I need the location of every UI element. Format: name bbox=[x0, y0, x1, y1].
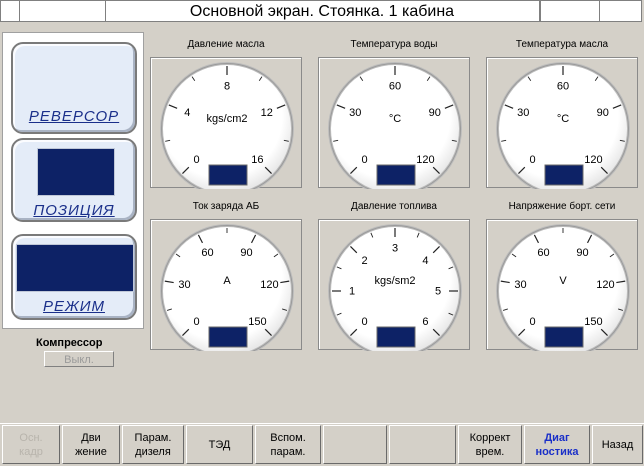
gauge-tick-label: 16 bbox=[251, 154, 263, 166]
gauge-title: Давление масла bbox=[187, 39, 265, 50]
gauge-title: Температура воды bbox=[350, 39, 438, 50]
nav-button-label: Вспом. парам. bbox=[270, 431, 306, 458]
gauge-value-display bbox=[544, 326, 584, 348]
title-bar-cell-left-2 bbox=[19, 1, 106, 21]
gauge-value-display bbox=[208, 326, 248, 348]
reverser-box: РЕВЕРСОР bbox=[11, 42, 137, 134]
gauge-unit: V bbox=[559, 275, 567, 287]
bottom-nav-bar: Осн. кадр Дви жение Парам. дизеля ТЭД Вспом.… bbox=[0, 423, 644, 466]
position-display bbox=[37, 148, 115, 196]
gauge-value-display bbox=[208, 164, 248, 186]
title-bar-cell-right bbox=[539, 1, 600, 21]
nav-button[interactable]: Осн. кадр bbox=[2, 425, 60, 464]
title-bar: Основной экран. Стоянка. 1 кабина bbox=[0, 0, 642, 22]
gauge: 0 30 60 90 120 °C bbox=[318, 57, 470, 189]
mode-box: РЕЖИМ bbox=[11, 234, 137, 320]
gauge-tick-label: 3 bbox=[392, 243, 398, 255]
gauge-tick-label: 120 bbox=[596, 279, 614, 291]
gauge: 0 1 2 3 4 5 6 kgs/sm2 bbox=[318, 219, 470, 351]
compressor-label: Компрессор bbox=[36, 337, 103, 349]
nav-button[interactable] bbox=[323, 425, 387, 464]
gauge-dial: 0 30 60 90 120 150 A bbox=[160, 224, 294, 351]
gauge-tick-label: 6 bbox=[422, 316, 428, 328]
gauge-tick-label: 4 bbox=[422, 255, 428, 267]
gauge: 0 30 60 90 120 150 A bbox=[150, 219, 302, 351]
gauge-tick-label: 90 bbox=[240, 247, 252, 259]
gauge-tick-label: 30 bbox=[178, 279, 190, 291]
gauge-title: Температура масла bbox=[515, 39, 609, 50]
gauge-tick-label: 60 bbox=[537, 247, 549, 259]
gauge-tick-label: 30 bbox=[514, 279, 526, 291]
gauge-unit: kgs/sm2 bbox=[375, 275, 416, 287]
mode-panel: РЕВЕРСОР ПОЗИЦИЯ РЕЖИМ bbox=[2, 32, 144, 329]
gauge-tick-label: 0 bbox=[362, 316, 368, 328]
gauge-tick-label: 30 bbox=[517, 107, 529, 119]
nav-button[interactable]: Назад bbox=[592, 425, 643, 464]
gauge-tick-label: 60 bbox=[201, 247, 213, 259]
gauge-unit: A bbox=[223, 275, 231, 287]
nav-button[interactable]: Парам. дизеля bbox=[122, 425, 184, 464]
gauge-tick-label: 90 bbox=[429, 107, 441, 119]
nav-button[interactable]: Коррект врем. bbox=[458, 425, 522, 464]
gauge-value-display bbox=[376, 164, 416, 186]
gauge-tick-label: 90 bbox=[597, 107, 609, 119]
gauge-value-display bbox=[376, 326, 416, 348]
gauge-tick-label: 60 bbox=[389, 81, 401, 93]
gauge-tick-label: 5 bbox=[435, 286, 441, 298]
nav-button[interactable]: Вспом. парам. bbox=[255, 425, 321, 464]
gauge-value-display bbox=[544, 164, 584, 186]
gauge-title: Напряжение борт. сети bbox=[508, 201, 616, 212]
gauge-tick-label: 8 bbox=[224, 81, 230, 93]
nav-button[interactable]: Диаг ностика bbox=[524, 425, 590, 464]
gauge-tick-label: 30 bbox=[349, 107, 361, 119]
gauge-tick-label: 150 bbox=[584, 316, 602, 328]
gauge-tick-label: 12 bbox=[261, 107, 273, 119]
nav-button[interactable] bbox=[389, 425, 456, 464]
gauge-tick-label: 0 bbox=[530, 154, 536, 166]
nav-button-label: Назад bbox=[601, 438, 634, 451]
gauge-dial: 0 30 60 90 120 150 V bbox=[496, 224, 630, 351]
gauge-tick-label: 2 bbox=[362, 255, 368, 267]
gauge-tick-label: 150 bbox=[248, 316, 266, 328]
gauge-tick-label: 0 bbox=[362, 154, 368, 166]
gauge: 0 4 8 12 16 kgs/cm2 bbox=[150, 57, 302, 189]
gauge-tick-label: 60 bbox=[557, 81, 569, 93]
mode-display bbox=[16, 244, 134, 292]
gauge-dial: 0 30 60 90 120 °C bbox=[328, 62, 462, 189]
gauge-tick-label: 0 bbox=[194, 316, 200, 328]
title-bar-cell-left bbox=[1, 1, 20, 21]
gauge-tick-label: 1 bbox=[349, 286, 355, 298]
gauge-tick-label: 120 bbox=[584, 154, 602, 166]
gauge-unit: kgs/cm2 bbox=[207, 113, 248, 125]
position-label: ПОЗИЦИЯ bbox=[33, 202, 115, 219]
gauge: 0 30 60 90 120 150 V bbox=[486, 219, 638, 351]
nav-button-label: Коррект врем. bbox=[469, 431, 511, 458]
nav-button[interactable]: ТЭД bbox=[186, 425, 253, 464]
gauge-tick-label: 0 bbox=[194, 154, 200, 166]
reverser-label: РЕВЕРСОР bbox=[28, 108, 120, 125]
gauge-title: Давление топлива bbox=[351, 201, 437, 212]
nav-button-label: ТЭД bbox=[208, 438, 231, 451]
gauge-dial: 0 30 60 90 120 °C bbox=[496, 62, 630, 189]
compressor-toggle-button[interactable]: Выкл. bbox=[44, 351, 114, 367]
gauge-title: Ток заряда АБ bbox=[192, 201, 260, 212]
page-title: Основной экран. Стоянка. 1 кабина bbox=[189, 3, 455, 20]
mode-label: РЕЖИМ bbox=[43, 298, 105, 315]
nav-button-label: Парам. дизеля bbox=[134, 431, 172, 458]
nav-button[interactable]: Дви жение bbox=[62, 425, 120, 464]
gauge-tick-label: 120 bbox=[416, 154, 434, 166]
gauge-dial: 0 1 2 3 4 5 6 kgs/sm2 bbox=[328, 224, 462, 351]
gauge-dial: 0 4 8 12 16 kgs/cm2 bbox=[160, 62, 294, 189]
nav-button-label: Диаг ностика bbox=[535, 431, 579, 458]
gauge-unit: °C bbox=[389, 113, 401, 125]
nav-button-label: Осн. кадр bbox=[19, 431, 43, 458]
gauge-tick-label: 90 bbox=[576, 247, 588, 259]
gauge-tick-label: 4 bbox=[184, 107, 190, 119]
gauge: 0 30 60 90 120 °C bbox=[486, 57, 638, 189]
gauge-tick-label: 120 bbox=[260, 279, 278, 291]
position-box: ПОЗИЦИЯ bbox=[11, 138, 137, 222]
nav-button-label: Дви жение bbox=[75, 431, 107, 458]
gauge-tick-label: 0 bbox=[530, 316, 536, 328]
gauge-unit: °C bbox=[557, 113, 569, 125]
